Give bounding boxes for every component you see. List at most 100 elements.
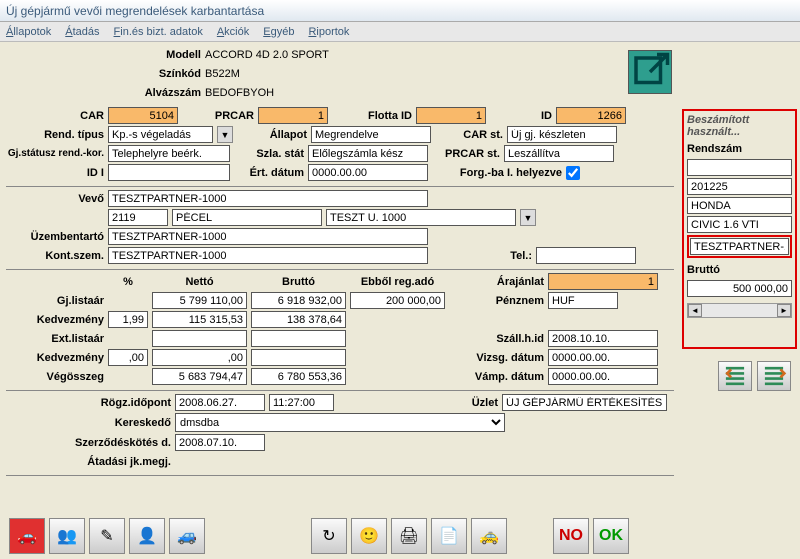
beszamitott-panel: Beszámított használt... Rendszám Bruttó …: [682, 109, 797, 349]
uzembentarto-field[interactable]: [108, 228, 428, 245]
id-label: ID: [490, 110, 552, 122]
szinkod-label: Színkód: [6, 68, 201, 80]
alvazszam-value: BEDOFBYOH: [205, 87, 274, 99]
menu-allapotok[interactable]: Állapotok: [6, 26, 51, 38]
popout-icon[interactable]: [628, 50, 672, 94]
gjstatus-label: Gj.státusz rend.-kor.: [6, 148, 104, 159]
address-dropdown-icon[interactable]: ▼: [520, 209, 536, 226]
szlastat-field[interactable]: [308, 145, 428, 162]
rendtipus-field[interactable]: [108, 126, 213, 143]
rp-field-4[interactable]: [690, 238, 789, 255]
idi-label: ID I: [6, 167, 104, 179]
carst-field[interactable]: [507, 126, 617, 143]
rp-field-1[interactable]: [687, 178, 792, 195]
brutto-header: Bruttó: [251, 276, 346, 288]
car-red-icon[interactable]: 🚗: [9, 518, 45, 554]
tel-field[interactable]: [536, 247, 636, 264]
kedv1-pct[interactable]: [108, 311, 148, 328]
netto-header: Nettó: [152, 276, 247, 288]
menu-fin[interactable]: Fin.és bizt. adatok: [114, 26, 203, 38]
id-field[interactable]: [556, 107, 626, 124]
car-akcio-icon[interactable]: 🚙: [169, 518, 205, 554]
scroll-right-icon[interactable]: ►: [777, 304, 791, 317]
rendtipus-dropdown-icon[interactable]: ▼: [217, 126, 233, 143]
uzlet-label: Üzlet: [338, 397, 498, 409]
forg-checkbox[interactable]: [566, 166, 580, 180]
rogz-time[interactable]: [269, 394, 334, 411]
gjlistaar-ebbol[interactable]: [350, 292, 445, 309]
utca-field[interactable]: [326, 209, 516, 226]
refresh-icon[interactable]: ↻: [311, 518, 347, 554]
indent-left-icon[interactable]: [718, 361, 752, 391]
vizsg-label: Vizsg. dátum: [449, 352, 544, 364]
kedv2-pct[interactable]: [108, 349, 148, 366]
allapot-label: Állapot: [237, 129, 307, 141]
ertdatum-label: Ért. dátum: [234, 167, 304, 179]
vevo-field[interactable]: [108, 190, 428, 207]
flotta-field[interactable]: [416, 107, 486, 124]
prcarst-label: PRCAR st.: [432, 148, 500, 160]
forg-label: Forg.-ba I. helyezve: [432, 167, 562, 179]
flotta-label: Flotta ID: [332, 110, 412, 122]
extlistaar-netto[interactable]: [152, 330, 247, 347]
szallhid-field[interactable]: [548, 330, 658, 347]
rp-scrollbar[interactable]: ◄►: [687, 303, 792, 318]
extlistaar-brutto[interactable]: [251, 330, 346, 347]
arajanlat-label: Árajánlat: [449, 276, 544, 288]
gjlistaar-netto[interactable]: [152, 292, 247, 309]
printer-icon[interactable]: 🖨: [391, 518, 427, 554]
vamp-field[interactable]: [548, 368, 658, 385]
vegosszeg-brutto[interactable]: [251, 368, 346, 385]
rp-brutto-field[interactable]: [687, 280, 792, 297]
penznem-field[interactable]: [548, 292, 618, 309]
kedv2-brutto[interactable]: [251, 349, 346, 366]
irsz-field[interactable]: [108, 209, 168, 226]
szerz-label: Szerződéskötés d.: [6, 437, 171, 449]
rogz-date[interactable]: [175, 394, 265, 411]
kedv1-netto[interactable]: [152, 311, 247, 328]
kontszem-field[interactable]: [108, 247, 428, 264]
varos-field[interactable]: [172, 209, 322, 226]
kedv2-netto[interactable]: [152, 349, 247, 366]
szallhid-label: Száll.h.id: [449, 333, 544, 345]
menu-egyeb[interactable]: Egyéb: [263, 26, 294, 38]
allapot-field[interactable]: [311, 126, 431, 143]
menu-riportok[interactable]: Riportok: [308, 26, 349, 38]
rp-field-2[interactable]: [687, 197, 792, 214]
ebbol-header: Ebből reg.adó: [350, 276, 445, 288]
person-swap-icon[interactable]: 👥: [49, 518, 85, 554]
gjstatus-field[interactable]: [108, 145, 230, 162]
menu-akciok[interactable]: Akciók: [217, 26, 249, 38]
doc-check-icon[interactable]: 📄: [431, 518, 467, 554]
uzlet-field[interactable]: [502, 394, 667, 411]
car-field[interactable]: [108, 107, 178, 124]
ok-button[interactable]: OK: [593, 518, 629, 554]
uzembentarto-label: Üzembentartó: [6, 231, 104, 243]
carst-label: CAR st.: [435, 129, 503, 141]
edit-icon[interactable]: ✎: [89, 518, 125, 554]
person-icon[interactable]: 👤: [129, 518, 165, 554]
rendszam-field[interactable]: [687, 159, 792, 176]
keresk-select[interactable]: dmsdba: [175, 413, 505, 432]
indent-right-icon[interactable]: [757, 361, 791, 391]
arajanlat-field[interactable]: [548, 273, 658, 290]
scroll-left-icon[interactable]: ◄: [688, 304, 702, 317]
idi-field[interactable]: [108, 164, 230, 181]
ertdatum-field[interactable]: [308, 164, 428, 181]
vevo-label: Vevő: [6, 193, 104, 205]
menu-atadas[interactable]: Átadás: [65, 26, 99, 38]
rp-field-3[interactable]: [687, 216, 792, 233]
kedv1-brutto[interactable]: [251, 311, 346, 328]
rendtipus-label: Rend. típus: [6, 129, 104, 141]
gjlistaar-brutto[interactable]: [251, 292, 346, 309]
no-button[interactable]: NO: [553, 518, 589, 554]
vegosszeg-netto[interactable]: [152, 368, 247, 385]
prcarst-field[interactable]: [504, 145, 614, 162]
szlastat-label: Szla. stát: [234, 148, 304, 160]
help-person-icon[interactable]: 🙂: [351, 518, 387, 554]
prcar-field[interactable]: [258, 107, 328, 124]
extra-icon[interactable]: 🚕: [471, 518, 507, 554]
szerz-field[interactable]: [175, 434, 265, 451]
szinkod-value: B522M: [205, 68, 240, 80]
vizsg-field[interactable]: [548, 349, 658, 366]
